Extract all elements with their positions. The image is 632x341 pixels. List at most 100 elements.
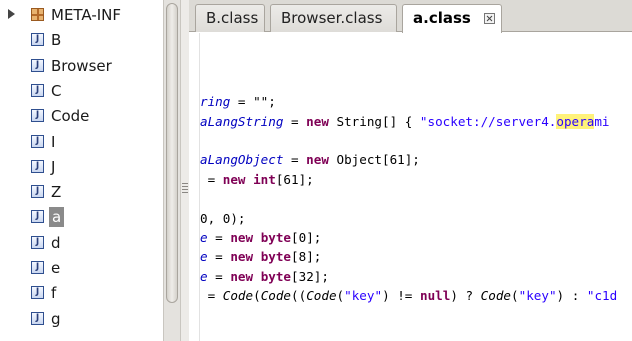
code-line[interactable]: aLangString = new String[] { "socket://s… xyxy=(200,112,609,131)
tree-item-c[interactable]: JC xyxy=(0,79,165,103)
code-token: [32]; xyxy=(291,268,329,284)
pane-splitter[interactable] xyxy=(181,0,189,341)
code-token: null xyxy=(419,288,451,304)
code-line[interactable]: = Code(Code((Code("key") != null) ? Code… xyxy=(200,286,618,305)
tree-item-label: J xyxy=(51,157,56,176)
code-token: [61]; xyxy=(275,171,314,187)
tree-item-d[interactable]: Jd xyxy=(0,231,165,255)
code-token: mi xyxy=(594,113,610,129)
code-token: [8]; xyxy=(291,249,322,265)
code-token: (( xyxy=(291,288,307,304)
code-editor[interactable]: ring = ""; aLangString = new String[] { "… xyxy=(200,33,632,341)
code-line[interactable]: 0, 0); xyxy=(200,209,246,228)
code-token: "c1d xyxy=(586,288,618,304)
code-token: byte xyxy=(260,230,292,245)
code-line[interactable]: = new int[61]; xyxy=(200,170,314,189)
code-token: = xyxy=(207,230,231,245)
code-token: new xyxy=(222,171,246,187)
tree-item-i[interactable]: JI xyxy=(0,130,165,154)
tree-item-g[interactable]: Jg xyxy=(0,307,165,331)
tree-item-label: a xyxy=(49,207,65,228)
code-token: = xyxy=(200,171,223,187)
code-token: e xyxy=(200,230,208,245)
code-line[interactable]: e = new byte[0]; xyxy=(200,228,321,247)
code-token: ( xyxy=(511,288,519,304)
code-token: e xyxy=(200,268,208,284)
java-class-icon: J xyxy=(31,109,44,123)
tree-item-a[interactable]: Ja xyxy=(0,205,165,229)
code-line[interactable]: e = new byte[8]; xyxy=(200,247,321,266)
code-token: aLangString xyxy=(200,113,284,129)
java-class-icon: J xyxy=(31,33,44,47)
code-token: ( xyxy=(253,288,261,304)
tree-item-label: Z xyxy=(51,183,62,202)
tree-item-j[interactable]: JJ xyxy=(0,155,165,179)
code-line[interactable]: e = new byte[32]; xyxy=(200,267,329,286)
tab-label: a.class xyxy=(413,9,471,27)
code-token: ) != xyxy=(382,288,420,304)
tree-item-meta-inf[interactable]: META-INF xyxy=(0,3,165,27)
code-token: = ""; xyxy=(230,94,276,110)
tree-item-label: Code xyxy=(51,107,90,126)
tree-scrollbar-thumb[interactable] xyxy=(166,3,178,303)
code-token: new xyxy=(230,268,254,284)
expand-arrow-icon[interactable] xyxy=(6,3,18,27)
code-token: ) ? xyxy=(450,288,481,304)
tab-label: B.class xyxy=(206,9,259,27)
code-token: byte xyxy=(260,249,292,265)
java-class-icon: J xyxy=(31,235,44,249)
tree-item-label: d xyxy=(51,233,61,252)
code-token: new xyxy=(306,152,329,168)
java-class-icon: J xyxy=(31,185,44,199)
code-line[interactable]: aLangObject = new Object[61]; xyxy=(200,150,420,169)
code-token: Code xyxy=(306,288,337,304)
tree-item-browser[interactable]: J Browser xyxy=(0,54,165,78)
tree-item-f[interactable]: Jf xyxy=(0,281,165,305)
code-token: int xyxy=(253,171,276,187)
tab-b-class[interactable]: B.class xyxy=(195,4,265,32)
tree-item-z[interactable]: JZ xyxy=(0,180,165,204)
java-class-icon: J xyxy=(31,286,44,300)
java-class-icon: J xyxy=(31,210,44,224)
tab-a-class[interactable]: a.class xyxy=(402,4,502,33)
java-class-icon: J xyxy=(31,134,44,148)
tree-item-label: META-INF xyxy=(51,6,122,24)
splitter-grip-icon[interactable] xyxy=(182,183,188,193)
editor-pane: B.class Browser.class a.class ring = "";… xyxy=(189,0,632,341)
tree-item-e[interactable]: Je xyxy=(0,256,165,280)
tree-item-label: g xyxy=(51,309,61,328)
code-token: new xyxy=(230,230,254,245)
tree-scrollbar[interactable] xyxy=(163,0,181,341)
code-line[interactable]: ring = ""; xyxy=(200,92,276,111)
java-class-icon: J xyxy=(31,261,44,274)
code-token: byte xyxy=(260,268,292,284)
tree-item-label: B xyxy=(51,31,62,50)
code-token: = xyxy=(283,152,307,168)
code-token: "socket://server4. xyxy=(419,113,557,129)
tree-item-b[interactable]: JB xyxy=(0,28,165,52)
code-token: "key" xyxy=(518,288,557,304)
code-token: = xyxy=(207,249,231,265)
editor-tab-bar: B.class Browser.class a.class xyxy=(189,0,632,33)
code-token: Code xyxy=(480,288,512,304)
code-token: = xyxy=(200,288,223,304)
code-token: ) : xyxy=(556,288,587,304)
tree-item-code[interactable]: J Code xyxy=(0,104,165,128)
tree-item-label: I xyxy=(51,132,56,151)
code-token: aLangObject xyxy=(200,152,284,168)
java-class-icon: J xyxy=(31,159,44,173)
close-tab-icon[interactable] xyxy=(484,13,495,24)
code-token: Object[61]; xyxy=(328,152,420,168)
tab-label: Browser.class xyxy=(281,9,383,27)
code-token: = xyxy=(207,268,231,284)
search-match-highlight: opera xyxy=(556,113,595,129)
code-token: = xyxy=(283,113,307,129)
java-class-icon: J xyxy=(31,58,44,72)
tab-browser-class[interactable]: Browser.class xyxy=(270,4,397,32)
code-token: String[] { xyxy=(328,113,420,129)
code-token: ( xyxy=(336,288,345,304)
